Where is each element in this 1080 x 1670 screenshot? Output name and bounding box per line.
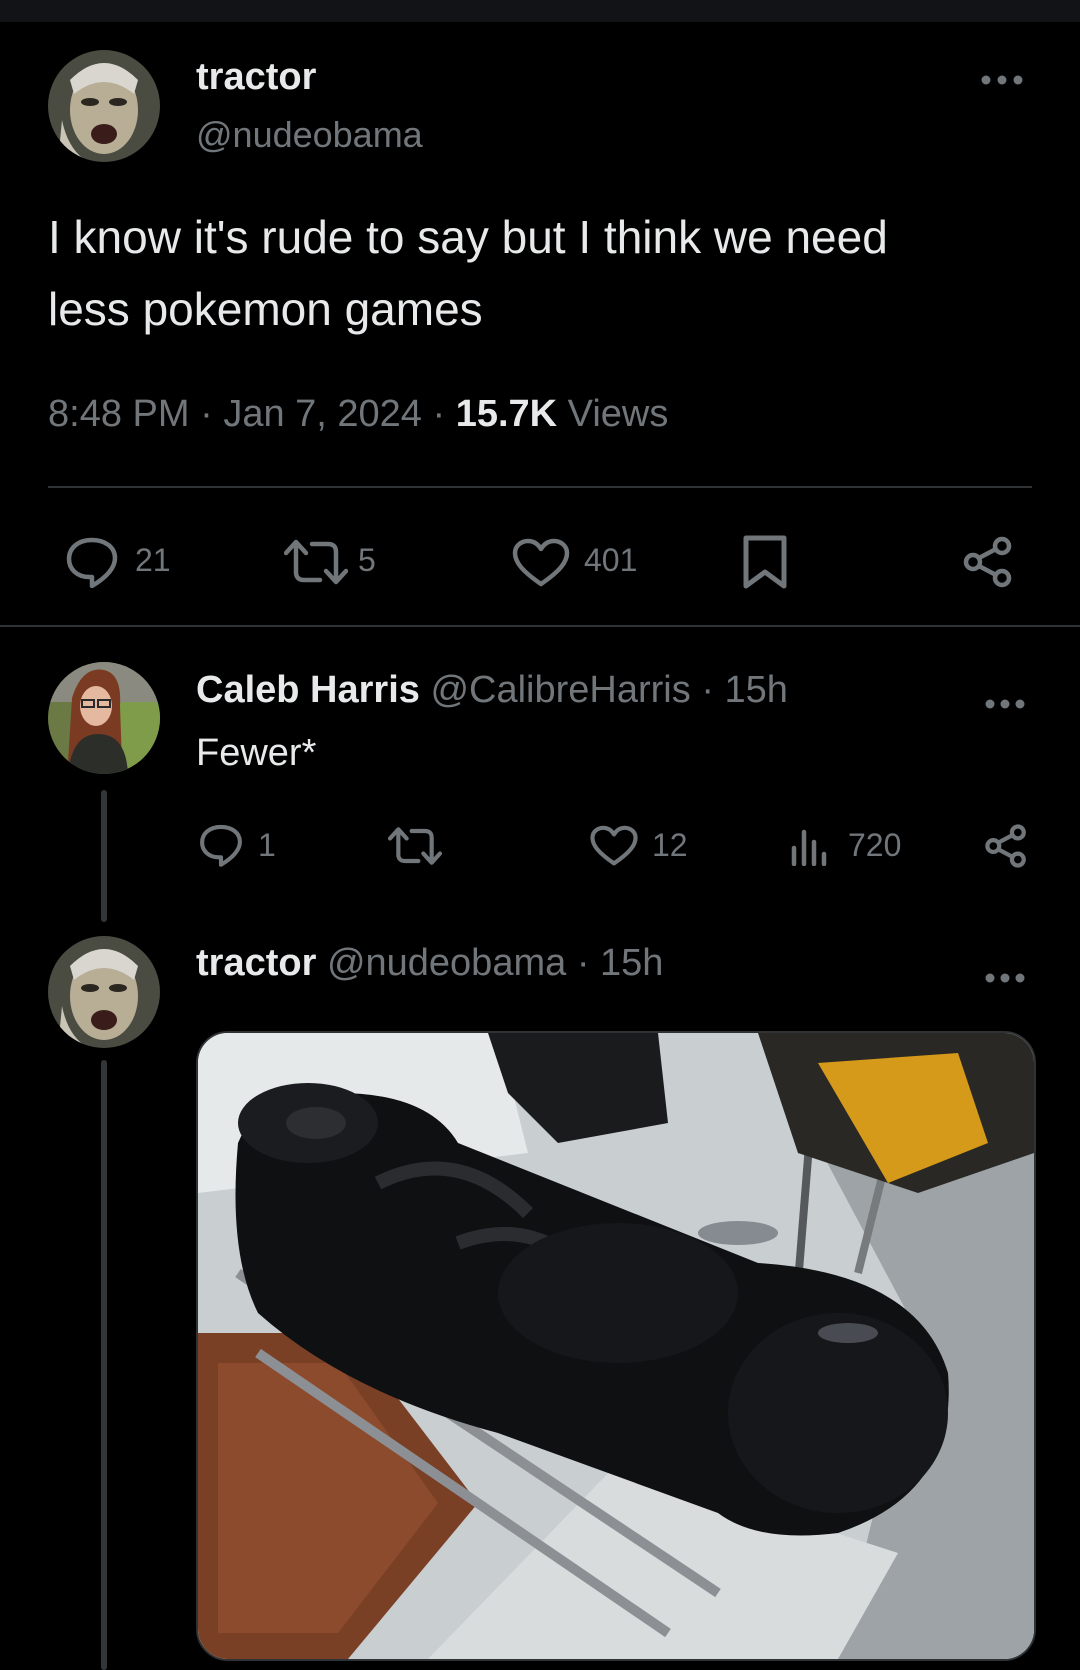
tweet-date[interactable]: Jan 7, 2024: [223, 393, 422, 435]
views-count[interactable]: 720: [848, 827, 901, 864]
repost-icon[interactable]: [388, 826, 442, 866]
avatar[interactable]: [48, 662, 160, 774]
bookmark-icon[interactable]: [742, 534, 788, 590]
reply-age[interactable]: 15h: [725, 669, 788, 711]
reply-age[interactable]: 15h: [600, 942, 663, 984]
more-icon[interactable]: [980, 60, 1024, 94]
divider: [0, 625, 1080, 627]
like-count[interactable]: 12: [652, 827, 688, 864]
views-count[interactable]: 15.7K: [456, 393, 557, 435]
author-handle[interactable]: @nudeobama: [196, 114, 423, 156]
reply-count[interactable]: 1: [258, 827, 276, 864]
tweet-time[interactable]: 8:48 PM: [48, 393, 190, 435]
avatar[interactable]: [48, 936, 160, 1048]
more-icon[interactable]: [984, 684, 1026, 718]
reply-icon[interactable]: [198, 823, 244, 867]
repost-count[interactable]: 5: [358, 542, 376, 579]
avatar[interactable]: [48, 50, 160, 162]
meta-separator: ·: [432, 393, 446, 435]
like-icon[interactable]: [512, 538, 570, 588]
meta-separator: ·: [200, 393, 213, 435]
thread-line: [101, 790, 107, 922]
status-bar-strip: [0, 0, 1080, 22]
share-icon[interactable]: [984, 824, 1028, 868]
tweet-text-line-1: I know it's rude to say but I think we n…: [48, 211, 888, 263]
divider: [48, 486, 1032, 488]
author-name[interactable]: tractor: [196, 56, 316, 99]
author-name[interactable]: Caleb Harris: [196, 669, 420, 711]
like-icon[interactable]: [590, 825, 638, 867]
like-count[interactable]: 401: [584, 542, 637, 579]
meta-separator: ·: [576, 942, 590, 984]
attached-photo[interactable]: [196, 1031, 1036, 1661]
share-icon[interactable]: [962, 536, 1014, 588]
reply-icon[interactable]: [64, 536, 120, 588]
reply-count[interactable]: 21: [135, 542, 171, 579]
thread-line: [101, 1060, 107, 1670]
author-handle[interactable]: @nudeobama: [327, 942, 566, 984]
author-name[interactable]: tractor: [196, 942, 316, 984]
more-icon[interactable]: [984, 958, 1026, 992]
views-icon[interactable]: [790, 826, 830, 866]
reply-header: tractor @nudeobama · 15h: [196, 942, 663, 985]
repost-icon[interactable]: [284, 538, 348, 586]
tweet-text-line-2: less pokemon games: [48, 283, 483, 335]
reply-text: Fewer*: [196, 732, 317, 774]
author-handle[interactable]: @CalibreHarris: [430, 669, 690, 711]
views-label: Views: [567, 393, 669, 435]
tweet-meta: 8:48 PM · Jan 7, 2024 · 15.7K Views: [48, 393, 668, 436]
reply-header: Caleb Harris @CalibreHarris · 15h: [196, 669, 788, 712]
meta-separator: ·: [701, 669, 714, 711]
